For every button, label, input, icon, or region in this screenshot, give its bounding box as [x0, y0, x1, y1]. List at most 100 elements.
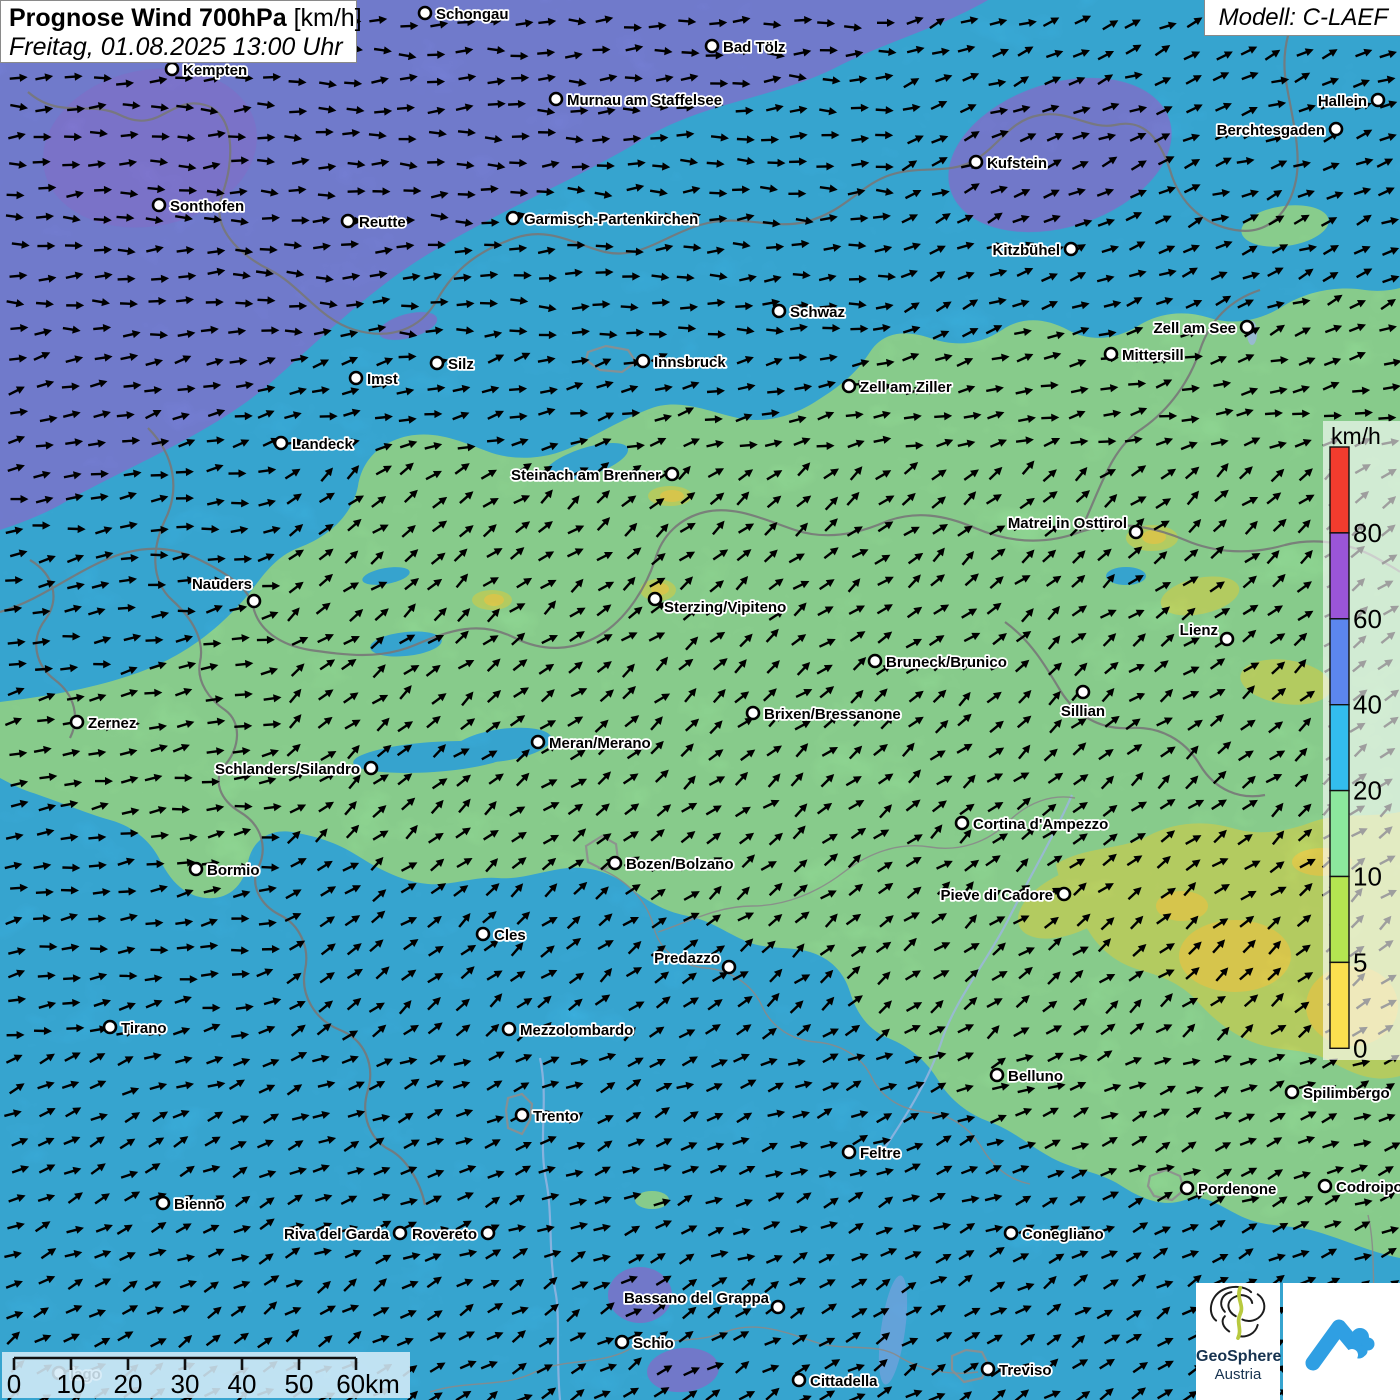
city-label: Cles	[494, 927, 526, 944]
city-marker	[982, 1363, 994, 1375]
city-marker	[431, 357, 443, 369]
mountain-cloud-icon	[1299, 1299, 1385, 1385]
title-panel: Prognose Wind 700hPa [km/h] Freitag, 01.…	[0, 0, 357, 63]
scalebar-label: 20	[114, 1369, 143, 1399]
map-title-unit: [km/h]	[294, 4, 362, 32]
city-marker	[503, 1023, 515, 1035]
city-label: Codroipo	[1336, 1179, 1400, 1196]
city-marker	[637, 355, 649, 367]
city-marker	[956, 817, 968, 829]
city-label: Predazzo	[654, 950, 720, 967]
city-label: Schlanders/Silandro	[215, 761, 360, 778]
city-label: Brixen/Bressanone	[764, 706, 901, 723]
city-marker	[394, 1227, 406, 1239]
geosphere-logo: GeoSphere Austria	[1196, 1283, 1280, 1400]
city-label: Steinach am Brenner	[511, 467, 661, 484]
city-label: Sonthofen	[170, 198, 244, 215]
city-label: Kufstein	[987, 155, 1047, 172]
city-label: Bienno	[174, 1196, 225, 1213]
city-marker	[991, 1069, 1003, 1081]
legend-color-swatch	[1330, 705, 1349, 791]
city-marker	[706, 40, 718, 52]
map-title: Prognose Wind 700hPa [km/h]	[9, 4, 348, 33]
weather-map-page: lagoSchongauBad TölzKemptenMurnau am Sta…	[0, 0, 1400, 1400]
city-label: Conegliano	[1022, 1226, 1104, 1243]
legend-tick-label: 10	[1353, 862, 1382, 892]
city-marker	[869, 655, 881, 667]
city-marker	[275, 437, 287, 449]
city-marker	[482, 1227, 494, 1239]
legend-tick-label: 20	[1353, 776, 1382, 806]
city-label: Murnau am Staffelsee	[567, 92, 722, 109]
city-marker	[153, 199, 165, 211]
geosphere-name: GeoSphere	[1196, 1348, 1280, 1366]
city-label: Belluno	[1008, 1068, 1063, 1085]
city-marker	[419, 7, 431, 19]
city-label: Reutte	[359, 214, 406, 231]
city-marker	[166, 63, 178, 75]
legend-tick-label: 0	[1353, 1033, 1367, 1063]
city-label: Pieve di Cadore	[940, 887, 1053, 904]
legend-unit-label: km/h	[1331, 423, 1381, 449]
city-marker	[157, 1197, 169, 1209]
city-marker	[71, 716, 83, 728]
city-marker	[1005, 1227, 1017, 1239]
city-marker	[350, 372, 362, 384]
city-marker	[342, 215, 354, 227]
city-marker	[1130, 526, 1142, 538]
city-label: Treviso	[999, 1362, 1052, 1379]
model-panel: Modell: C-LAEF	[1204, 0, 1400, 36]
legend-tick-label: 5	[1353, 947, 1367, 977]
city-label: Lienz	[1180, 622, 1218, 639]
legend-color-swatch	[1330, 533, 1349, 619]
city-label: Bormio	[207, 862, 260, 879]
map-title-product: Prognose Wind 700hPa	[9, 4, 287, 32]
legend-color-swatch	[1330, 877, 1349, 963]
city-marker	[616, 1336, 628, 1348]
city-marker	[507, 212, 519, 224]
city-label: Meran/Merano	[549, 735, 651, 752]
city-label: Imst	[367, 371, 398, 388]
wind-map: lagoSchongauBad TölzKemptenMurnau am Sta…	[0, 0, 1400, 1400]
geosphere-country: Austria	[1196, 1366, 1280, 1383]
city-label: Nauders	[192, 576, 252, 593]
city-label: Mittersill	[1122, 347, 1184, 364]
geosphere-contour-icon	[1203, 1283, 1273, 1345]
city-label: Tirano	[121, 1020, 167, 1037]
city-label: Bassano del Grappa	[624, 1290, 770, 1307]
city-label: Cittadella	[810, 1373, 878, 1390]
city-label: Schongau	[436, 6, 509, 23]
legend-tick-label: 40	[1353, 690, 1382, 720]
city-label: Mezzolombardo	[520, 1022, 633, 1039]
city-marker	[773, 305, 785, 317]
city-label: Bad Tölz	[723, 39, 786, 56]
city-marker	[1286, 1086, 1298, 1098]
city-label: Pordenone	[1198, 1181, 1276, 1198]
city-label: Silz	[448, 356, 474, 373]
scalebar-label: 60km	[336, 1369, 400, 1399]
city-marker	[1241, 321, 1253, 333]
city-label: Rovereto	[412, 1226, 477, 1243]
city-label: Feltre	[860, 1145, 901, 1162]
city-marker	[1065, 243, 1077, 255]
legend-color-swatch	[1330, 447, 1349, 533]
city-label: Bruneck/Brunico	[886, 654, 1007, 671]
city-marker	[1058, 888, 1070, 900]
city-marker	[666, 468, 678, 480]
city-marker	[843, 1146, 855, 1158]
wind-speed-legend: km/h806040201050	[1323, 421, 1400, 1063]
city-label: Kitzbühel	[993, 242, 1061, 259]
city-marker	[550, 93, 562, 105]
city-label: Zell am See	[1153, 320, 1236, 337]
city-label: Zell am Ziller	[860, 379, 952, 396]
scalebar-label: 50	[285, 1369, 314, 1399]
scalebar-label: 0	[7, 1369, 21, 1399]
city-marker	[1077, 686, 1089, 698]
partner-logo	[1283, 1283, 1400, 1400]
city-label: Trento	[533, 1108, 579, 1125]
city-label: Bozen/Bolzano	[626, 856, 734, 873]
city-marker	[1105, 348, 1117, 360]
city-marker	[1221, 633, 1233, 645]
city-label: Matrei in Osttirol	[1008, 515, 1127, 532]
legend-tick-label: 80	[1353, 518, 1382, 548]
